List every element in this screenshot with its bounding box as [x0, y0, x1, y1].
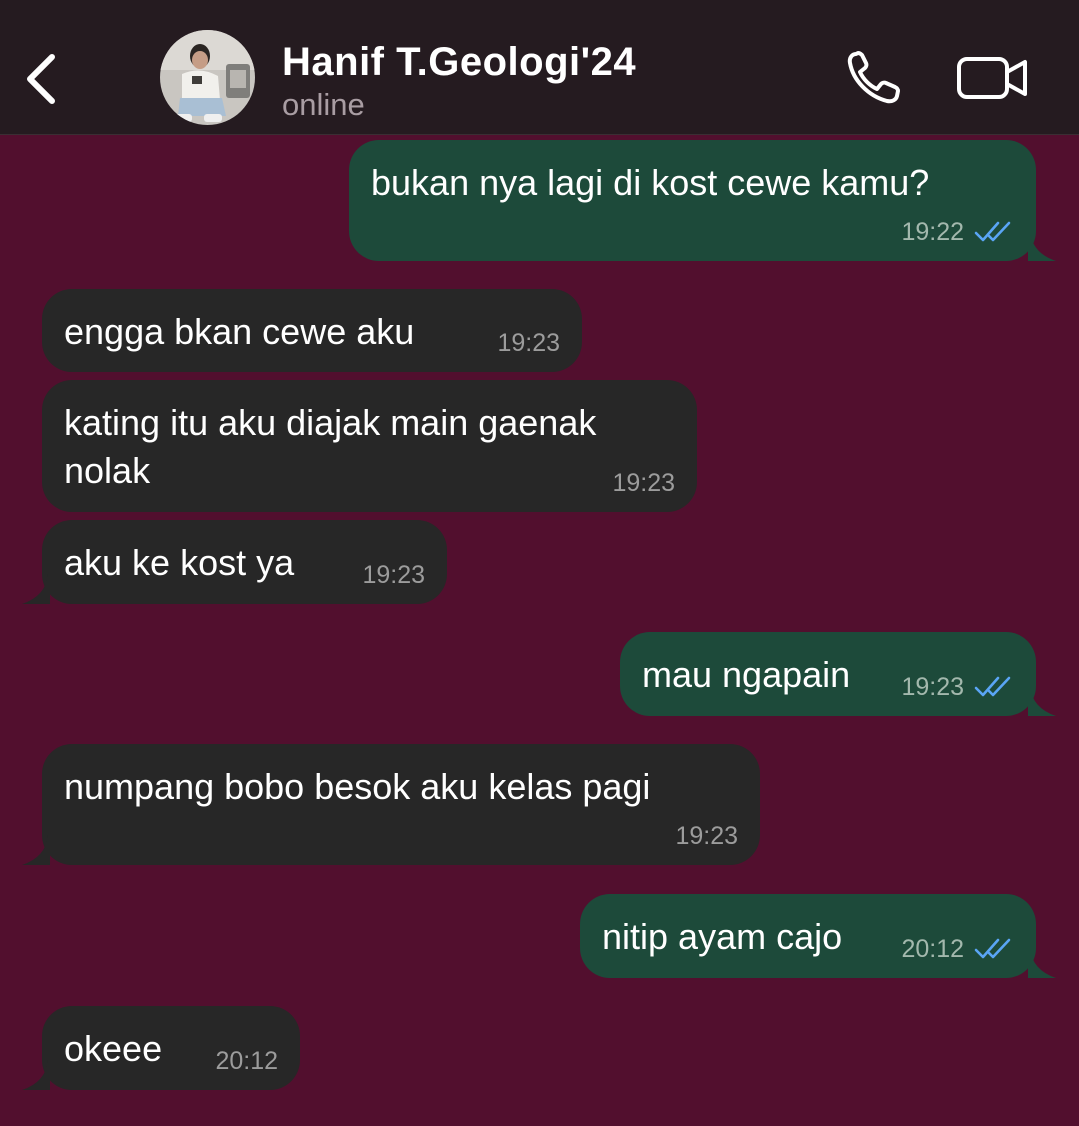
message-meta: 19:23 — [612, 465, 675, 501]
message-meta: 19:23 — [497, 325, 560, 361]
message-line: nolak — [64, 450, 151, 491]
message-meta: 19:22 — [901, 214, 1014, 250]
contact-name[interactable]: Hanif T.Geologi'24 — [282, 40, 636, 85]
message-text: kating itu aku diajak main gaenak nolak — [64, 399, 596, 495]
message-bubble-incoming[interactable]: engga bkan cewe aku 19:23 — [42, 289, 582, 372]
bubble-tail — [1028, 231, 1056, 261]
message-time: 19:23 — [901, 672, 964, 701]
message-text: mau ngapain — [642, 654, 851, 695]
video-call-button[interactable] — [955, 55, 1031, 101]
phone-icon — [847, 51, 900, 104]
message-meta: 19:23 — [901, 669, 1014, 705]
video-camera-icon — [957, 57, 1027, 99]
message-time: 20:12 — [215, 1046, 278, 1075]
message-bubble-incoming[interactable]: okeee 20:12 — [22, 1006, 300, 1090]
message-text: bukan nya lagi di kost cewe kamu? — [371, 162, 930, 203]
message-time: 19:23 — [612, 468, 675, 497]
read-receipt-icon — [974, 676, 1011, 697]
voice-call-button[interactable] — [842, 48, 906, 108]
message-text: nitip ayam cajo — [602, 916, 843, 957]
chevron-left-icon — [27, 54, 55, 104]
read-receipt-icon — [974, 221, 1011, 242]
bubble-tail — [22, 835, 50, 865]
avatar-image — [160, 30, 255, 125]
message-bubble-outgoing[interactable]: nitip ayam cajo 20:12 — [580, 894, 1056, 978]
bubble-tail — [1028, 686, 1056, 716]
message-bubble-incoming[interactable]: kating itu aku diajak main gaenak nolak … — [42, 380, 697, 512]
message-meta: 19:23 — [362, 557, 425, 593]
read-receipt-icon — [974, 938, 1011, 959]
message-bubble-outgoing[interactable]: bukan nya lagi di kost cewe kamu? 19:22 — [349, 140, 1056, 261]
chat-header: Hanif T.Geologi'24 online — [0, 0, 1079, 135]
bubble-tail — [1028, 948, 1056, 978]
message-text: numpang bobo besok aku kelas pagi — [64, 766, 651, 807]
message-time: 19:22 — [901, 217, 964, 246]
bubble-tail — [22, 574, 50, 604]
message-meta: 20:12 — [901, 931, 1014, 967]
back-button[interactable] — [18, 45, 68, 109]
message-time: 19:23 — [362, 560, 425, 589]
message-line: kating itu aku diajak main gaenak — [64, 402, 597, 443]
message-meta: 19:23 — [675, 818, 738, 854]
contact-status: online — [282, 87, 365, 122]
message-time: 19:23 — [497, 328, 560, 357]
message-text: aku ke kost ya — [64, 542, 295, 583]
bubble-tail — [22, 1060, 50, 1090]
message-text: engga bkan cewe aku — [64, 311, 415, 352]
message-bubble-incoming[interactable]: aku ke kost ya 19:23 — [22, 520, 447, 604]
avatar[interactable] — [160, 30, 255, 125]
message-text: okeee — [64, 1028, 163, 1069]
message-time: 19:23 — [675, 821, 738, 850]
message-meta: 20:12 — [215, 1043, 278, 1079]
message-bubble-outgoing[interactable]: mau ngapain 19:23 — [620, 632, 1056, 716]
message-bubble-incoming[interactable]: numpang bobo besok aku kelas pagi 19:23 — [22, 744, 760, 865]
message-time: 20:12 — [901, 934, 964, 963]
